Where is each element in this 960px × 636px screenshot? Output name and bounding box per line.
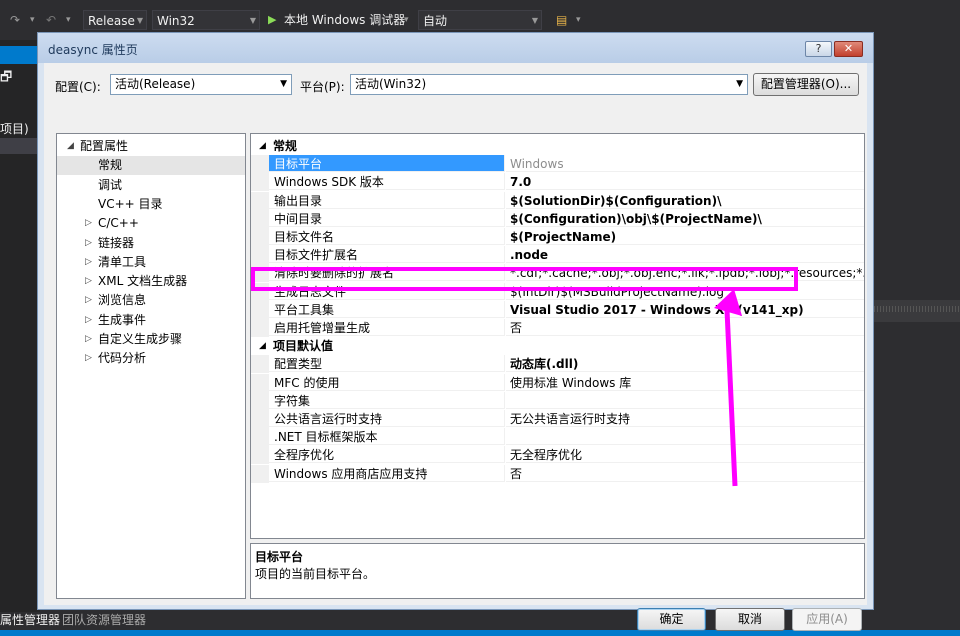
arrow-shaft bbox=[724, 309, 738, 487]
annotation-arrow bbox=[714, 289, 742, 487]
